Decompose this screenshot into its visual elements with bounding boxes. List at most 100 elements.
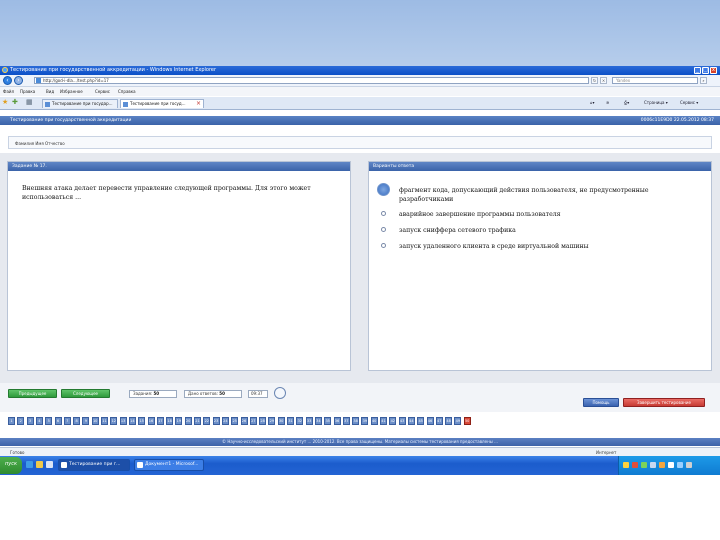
question-number-button[interactable]: 50 [463, 417, 471, 425]
tray-icon[interactable] [623, 462, 629, 468]
folder-quicklaunch-icon[interactable] [36, 461, 43, 468]
question-number-button[interactable]: 2 [17, 417, 25, 425]
radio-icon[interactable] [381, 243, 386, 248]
menu-help[interactable]: Справка [118, 89, 136, 94]
question-number-button[interactable]: 20 [184, 417, 192, 425]
desktop-quicklaunch-icon[interactable] [46, 461, 53, 468]
question-number-button[interactable]: 25 [231, 417, 239, 425]
question-number-button[interactable]: 9 [82, 417, 90, 425]
question-number-button[interactable]: 31 [287, 417, 294, 425]
help-button[interactable]: Помощь [583, 398, 619, 407]
question-number-button[interactable]: 46 [426, 417, 434, 425]
question-number-button[interactable]: 48 [445, 417, 453, 425]
radio-icon[interactable] [381, 227, 386, 232]
question-number-button[interactable]: 42 [389, 417, 397, 425]
question-number-button[interactable]: 45 [417, 417, 425, 425]
question-number-button[interactable]: 40 [370, 417, 378, 425]
question-number-button[interactable]: 1 [8, 417, 15, 425]
question-number-button[interactable]: 11 [101, 417, 108, 425]
tools-menu-button[interactable]: Сервис ▾ [680, 100, 698, 105]
taskbar-item-word[interactable]: Документ1 - Microsof... [134, 459, 204, 471]
menu-view[interactable]: Вид [46, 89, 54, 94]
minimize-button[interactable]: _ [694, 67, 701, 74]
tray-icon[interactable] [650, 462, 656, 468]
question-number-button[interactable]: 3 [26, 417, 34, 425]
question-number-button[interactable]: 26 [240, 417, 248, 425]
question-number-button[interactable]: 29 [268, 417, 276, 425]
question-number-button[interactable]: 49 [454, 417, 462, 425]
search-input[interactable]: Yandex [612, 77, 698, 84]
question-number-button[interactable]: 34 [314, 417, 322, 425]
next-button[interactable]: Следующее [61, 389, 110, 398]
question-number-button[interactable]: 13 [119, 417, 127, 425]
question-number-button[interactable]: 6 [54, 417, 62, 425]
question-number-button[interactable]: 17 [156, 417, 164, 425]
volume-icon[interactable] [677, 462, 683, 468]
home-icon[interactable]: ⌂▾ [590, 100, 595, 105]
search-icon[interactable]: ⌕ [700, 77, 707, 84]
question-number-button[interactable]: 21 [194, 417, 201, 425]
question-number-button[interactable]: 18 [166, 417, 174, 425]
radio-icon[interactable] [381, 211, 386, 216]
tab-list-icon[interactable]: ▦ [26, 99, 33, 106]
maximize-button[interactable]: □ [702, 67, 709, 74]
question-number-button[interactable]: 36 [333, 417, 341, 425]
question-number-button[interactable]: 33 [305, 417, 313, 425]
question-number-button[interactable]: 43 [398, 417, 406, 425]
url-input[interactable]: http://god-i-dla.../test.php?id=17 [34, 77, 589, 84]
question-number-button[interactable]: 22 [203, 417, 211, 425]
taskbar-item-ie[interactable]: Тестирование при г... [58, 459, 130, 471]
print-icon[interactable]: ⎙▾ [624, 100, 629, 105]
question-number-button[interactable]: 14 [128, 417, 136, 425]
question-number-button[interactable]: 5 [45, 417, 53, 425]
question-number-button[interactable]: 7 [63, 417, 71, 425]
favorites-star-icon[interactable]: ★ [2, 99, 8, 106]
question-number-button[interactable]: 39 [361, 417, 369, 425]
menu-edit[interactable]: Правка [20, 89, 35, 94]
question-number-button[interactable]: 4 [35, 417, 43, 425]
question-number-button[interactable]: 16 [147, 417, 155, 425]
question-number-button[interactable]: 38 [352, 417, 360, 425]
question-number-button[interactable]: 27 [249, 417, 257, 425]
question-number-button[interactable]: 37 [342, 417, 350, 425]
tab-close-icon[interactable]: × [196, 100, 201, 108]
stop-icon[interactable]: × [600, 77, 607, 84]
question-number-button[interactable]: 19 [175, 417, 183, 425]
question-number-button[interactable]: 8 [73, 417, 81, 425]
question-number-button[interactable]: 10 [91, 417, 99, 425]
menu-bar: Файл Правка Вид Избранное Сервис Справка [0, 87, 720, 96]
network-icon[interactable] [686, 462, 692, 468]
question-number-button[interactable]: 15 [138, 417, 146, 425]
question-number-button[interactable]: 12 [110, 417, 118, 425]
radio-selected-icon[interactable] [377, 183, 390, 196]
tray-icon[interactable] [668, 462, 674, 468]
close-button[interactable]: x [710, 67, 717, 74]
tray-icon[interactable] [659, 462, 665, 468]
menu-tools[interactable]: Сервис [95, 89, 110, 94]
forward-icon[interactable]: › [14, 76, 23, 85]
finish-test-button[interactable]: Завершить тестирование [623, 398, 705, 407]
question-number-button[interactable]: 30 [277, 417, 285, 425]
page-menu-button[interactable]: Страница ▾ [644, 100, 668, 105]
tab-testing-1[interactable]: Тестирование при государ... [42, 99, 118, 108]
feeds-icon[interactable]: ≋ [606, 100, 609, 105]
menu-file[interactable]: Файл [3, 89, 14, 94]
question-number-button[interactable]: 28 [259, 417, 267, 425]
menu-favorites[interactable]: Избранное [60, 89, 83, 94]
question-number-button[interactable]: 32 [296, 417, 304, 425]
add-favorites-icon[interactable]: ✚ [12, 99, 18, 106]
question-number-button[interactable]: 23 [212, 417, 220, 425]
question-number-button[interactable]: 35 [324, 417, 332, 425]
question-number-button[interactable]: 41 [380, 417, 387, 425]
prev-button[interactable]: Предыдущее [8, 389, 57, 398]
question-number-button[interactable]: 24 [221, 417, 229, 425]
ie-quicklaunch-icon[interactable] [26, 461, 33, 468]
question-number-button[interactable]: 44 [407, 417, 415, 425]
question-number-button[interactable]: 47 [435, 417, 443, 425]
tray-icon[interactable] [632, 462, 638, 468]
tab-testing-2[interactable]: Тестирование при госуд... × [120, 99, 204, 108]
tray-icon[interactable] [641, 462, 647, 468]
back-icon[interactable]: ‹ [3, 76, 12, 85]
start-button[interactable]: пуск [0, 457, 22, 474]
refresh-icon[interactable]: ↻ [591, 77, 598, 84]
